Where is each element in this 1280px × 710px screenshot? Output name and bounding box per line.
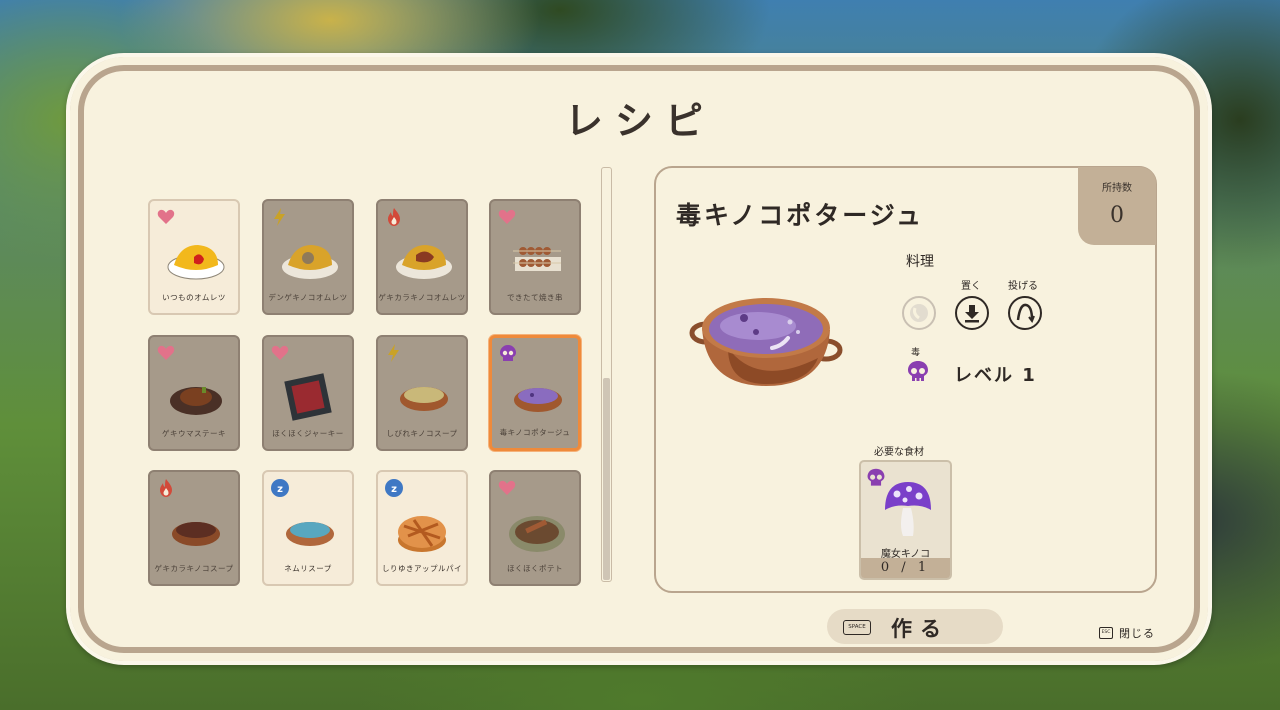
sleep-icon: z: [385, 479, 403, 497]
heart-icon: [498, 480, 516, 495]
heart-icon: [157, 209, 175, 224]
esc-key-icon: ESC: [1099, 627, 1113, 639]
owned-count-label: 所持数: [1102, 183, 1132, 194]
witch-mushroom-icon: [885, 482, 931, 536]
ingredients-label: 必要な食材: [874, 447, 924, 458]
recipe-card-name: ほくほくジャーキー: [272, 429, 344, 438]
recipe-card[interactable]: できたて焼き串: [489, 199, 581, 315]
skull-icon: [908, 361, 928, 381]
recipe-grid: いつものオムレツ デンゲキノコオムレツ ゲキカラキノコオムレツ できたて焼き串ゲキウマ…: [148, 199, 584, 589]
dish-icon: [509, 516, 565, 552]
dish-icon: [513, 247, 561, 271]
dish-icon: [172, 522, 220, 546]
dish-type-label: 料理: [906, 254, 934, 270]
place-icon[interactable]: [955, 296, 989, 330]
recipe-card-name: 毒キノコポタージュ: [499, 428, 571, 437]
recipe-card[interactable]: ゲキカラキノコスープ: [148, 470, 240, 586]
svg-text:z: z: [277, 484, 283, 495]
recipe-card-name: いつものオムレツ: [162, 293, 226, 302]
dish-title: 毒キノコポタージュ: [676, 201, 925, 230]
dish-icon: [286, 522, 334, 546]
dish-icon: [398, 516, 446, 552]
dish-icon: [282, 245, 338, 279]
dish-image: [689, 298, 843, 386]
sleep-icon: z: [271, 479, 289, 497]
recipe-card[interactable]: ほくほくポテト: [489, 470, 581, 586]
dish-icon: [514, 388, 562, 412]
dish-icon: [396, 245, 452, 279]
owned-count-value: 0: [1110, 203, 1124, 228]
page-title: レシピ: [564, 99, 715, 143]
lightning-icon: [388, 344, 399, 362]
recipe-card-name: できたて焼き串: [507, 293, 563, 302]
dish-icon: [167, 245, 225, 280]
recipe-card[interactable]: z しりゆきアップルパイ: [376, 470, 468, 586]
recipe-scrollbar[interactable]: [601, 167, 612, 582]
heart-icon: [271, 345, 289, 360]
place-action-label: 置く: [961, 281, 981, 292]
lightning-icon: [274, 208, 285, 226]
recipe-card-name: しびれキノコスープ: [386, 429, 458, 438]
heart-icon: [157, 345, 175, 360]
throw-icon[interactable]: [1008, 296, 1042, 330]
close-button-label: 閉じる: [1119, 627, 1155, 640]
recipe-card[interactable]: ほくほくジャーキー: [262, 335, 354, 451]
recipe-card[interactable]: ゲキウマステーキ: [148, 335, 240, 451]
recipe-card[interactable]: z ネムリスープ: [262, 470, 354, 586]
recipe-card[interactable]: いつものオムレツ: [148, 199, 240, 315]
fire-icon: [388, 208, 400, 226]
recipe-card-name: ゲキカラキノコスープ: [154, 564, 234, 573]
ingredient-count: 0 / 1: [861, 558, 950, 578]
effect-level: レベル 1: [954, 365, 1037, 386]
recipe-card-name: ゲキウマステーキ: [162, 429, 226, 438]
recipe-card-name: ネムリスープ: [284, 564, 332, 573]
skull-icon: [500, 345, 516, 361]
effect-label: 毒: [911, 348, 921, 358]
make-button-label: 作る: [891, 617, 949, 641]
throw-action-label: 投げる: [1008, 281, 1038, 292]
dish-icon: [400, 387, 448, 411]
recipe-card[interactable]: デンゲキノコオムレツ: [262, 199, 354, 315]
recipe-card-name: ほくほくポテト: [507, 564, 563, 573]
dish-icon: [170, 387, 222, 415]
recipe-card[interactable]: ゲキカラキノコオムレツ: [376, 199, 468, 315]
recipe-card[interactable]: しびれキノコスープ: [376, 335, 468, 451]
svg-text:z: z: [391, 484, 397, 495]
scrollbar-thumb[interactable]: [603, 378, 610, 580]
fire-icon: [160, 479, 172, 497]
make-button[interactable]: SPACE 作る: [827, 609, 1003, 644]
dish-icon: [284, 373, 332, 421]
recipe-card-name: ゲキカラキノコオムレツ: [378, 293, 466, 302]
eat-icon[interactable]: [902, 296, 936, 330]
heart-icon: [498, 209, 516, 224]
recipe-card-name: しりゆきアップルパイ: [382, 564, 462, 573]
recipe-card-name: デンゲキノコオムレツ: [268, 293, 348, 302]
space-key-icon: SPACE: [843, 620, 871, 635]
recipe-card[interactable]: 毒キノコポタージュ: [489, 335, 581, 451]
owned-count-box: 所持数 0: [1078, 167, 1156, 245]
ingredient-card[interactable]: 魔女キノコ 0 / 1: [859, 460, 952, 580]
